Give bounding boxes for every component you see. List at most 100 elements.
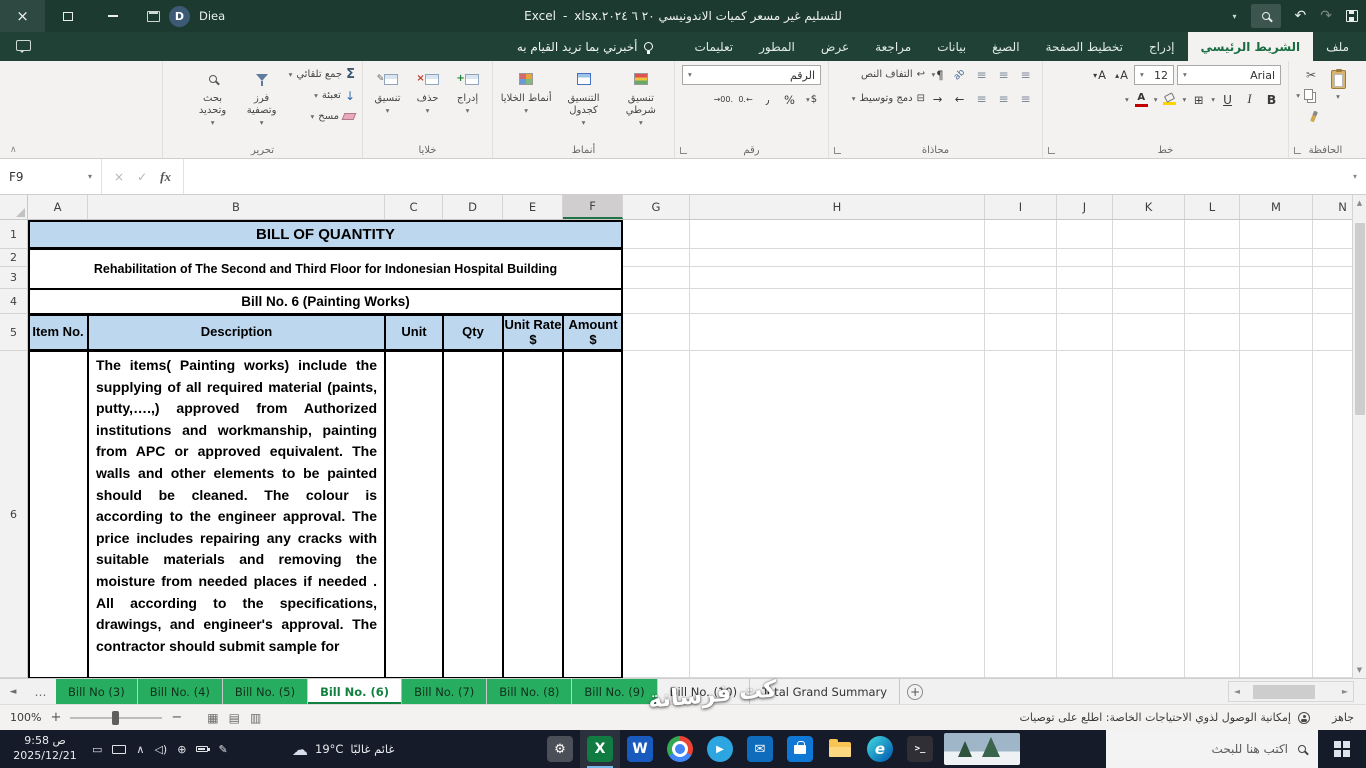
taskbar-app-terminal[interactable]: >_ xyxy=(900,730,940,768)
sheet-tab[interactable]: Bill No. (7) xyxy=(402,679,488,704)
number-dialog-launcher-icon[interactable] xyxy=(680,147,687,154)
align-middle-button[interactable]: ≡ xyxy=(994,65,1013,84)
ribbon-tab-item[interactable]: المطور xyxy=(746,32,808,61)
zoom-out-button[interactable]: − xyxy=(171,711,182,724)
taskbar-clock[interactable]: 9:58 ص 2025/12/21 xyxy=(6,734,84,764)
percent-style-button[interactable]: % xyxy=(780,90,799,109)
clear-button[interactable]: مسح ▾ xyxy=(289,107,357,126)
cancel-entry-button[interactable]: × xyxy=(114,170,124,184)
comma-style-button[interactable]: ٫ xyxy=(758,90,777,109)
close-button[interactable]: × xyxy=(0,0,45,32)
row-header-1[interactable]: 1 xyxy=(0,220,27,249)
decrease-decimal-button[interactable]: .00→ xyxy=(714,90,733,109)
text-direction-button[interactable]: ¶ ▾ xyxy=(928,65,947,84)
conditional-formatting-button[interactable]: تنسيق شرطي ▾ xyxy=(615,65,667,126)
start-button[interactable] xyxy=(1318,730,1366,768)
collapse-ribbon-icon[interactable]: ∧ xyxy=(10,145,17,155)
column-header-K[interactable]: K xyxy=(1113,195,1185,219)
expand-formula-bar-icon[interactable]: ▾ xyxy=(1344,159,1366,194)
align-center-button[interactable]: ≡ xyxy=(994,89,1013,108)
row-header-4[interactable]: 4 xyxy=(0,289,27,314)
cell-header-qty[interactable]: Qty xyxy=(443,314,503,351)
align-bottom-button[interactable]: ≡ xyxy=(972,65,991,84)
row-header-6[interactable]: 6 xyxy=(0,351,27,678)
comments-icon[interactable] xyxy=(16,40,31,53)
monitor-tray-icon[interactable]: ▭ xyxy=(92,743,102,756)
cell-header-unit[interactable]: Unit xyxy=(385,314,443,351)
scroll-left-icon[interactable]: ◄ xyxy=(1229,687,1245,696)
touch-keyboard-icon[interactable] xyxy=(112,744,127,754)
clipboard-dialog-launcher-icon[interactable] xyxy=(1294,147,1301,154)
ribbon-tab-item[interactable]: عرض xyxy=(808,32,862,61)
vertical-scroll-thumb[interactable] xyxy=(1354,223,1365,415)
search-button[interactable] xyxy=(1250,4,1281,28)
scroll-down-icon[interactable]: ▼ xyxy=(1353,662,1366,678)
select-all-corner[interactable] xyxy=(0,195,28,220)
scroll-up-icon[interactable]: ▲ xyxy=(1353,195,1366,211)
increase-indent-button[interactable]: → xyxy=(928,89,947,108)
tell-me[interactable]: أخبرني بما تريد القيام به xyxy=(517,32,654,61)
column-header-H[interactable]: H xyxy=(690,195,985,219)
alignment-dialog-launcher-icon[interactable] xyxy=(834,147,841,154)
delete-cells-button[interactable]: × حذف ▾ xyxy=(410,65,445,114)
confirm-entry-button[interactable]: ✓ xyxy=(137,170,147,184)
wrap-text-button[interactable]: ↩ التفاف النص xyxy=(861,65,925,84)
decrease-font-size-button[interactable]: A ▾ xyxy=(1090,66,1109,85)
accounting-format-button[interactable]: $ ▾ xyxy=(802,90,821,109)
taskbar-search[interactable]: اكتب هنا للبحث xyxy=(1106,730,1318,768)
sheet-tab[interactable]: Bill No. (5) xyxy=(222,679,309,704)
row-header-2[interactable]: 2 xyxy=(0,249,27,267)
font-dialog-launcher-icon[interactable] xyxy=(1048,147,1055,154)
taskbar-app-word[interactable]: W xyxy=(620,730,660,768)
new-sheet-button[interactable]: + xyxy=(900,679,930,704)
taskbar-app-file-explorer[interactable] xyxy=(820,730,860,768)
borders-button[interactable]: ⊞ xyxy=(1189,90,1208,109)
sort-filter-button[interactable]: فرز وتصفية ▾ xyxy=(240,65,284,126)
sheet-tab[interactable]: Bill No. (6) xyxy=(308,679,403,704)
cell-description[interactable]: The items( Painting works) include the s… xyxy=(88,351,385,678)
save-icon[interactable] xyxy=(1346,10,1358,22)
column-header-C[interactable]: C xyxy=(385,195,443,219)
accessibility-status[interactable]: إمكانية الوصول لذوي الاحتياجات الخاصة: ا… xyxy=(1019,705,1310,730)
column-header-G[interactable]: G xyxy=(623,195,690,219)
qat-customize-icon[interactable]: ▾ xyxy=(1233,12,1237,21)
cell-header-unit-rate[interactable]: Unit Rate $ xyxy=(503,314,563,351)
cut-button[interactable]: ✂ xyxy=(1296,65,1316,84)
cell-item-no-blank[interactable] xyxy=(28,351,88,678)
column-header-F[interactable]: F xyxy=(563,195,623,219)
ribbon-tab-item[interactable]: تعليمات xyxy=(681,32,746,61)
column-header-L[interactable]: L xyxy=(1185,195,1240,219)
avatar[interactable]: D xyxy=(169,5,190,27)
merge-center-button[interactable]: ⊟ دمج وتوسيط ▾ xyxy=(852,89,925,108)
taskbar-app-excel[interactable]: X xyxy=(580,730,620,768)
find-select-button[interactable]: بحث وتحديد ▾ xyxy=(191,65,235,126)
cell-styles-button[interactable]: أنماط الخلايا ▾ xyxy=(500,65,552,114)
font-color-button[interactable]: A xyxy=(1132,90,1151,109)
decrease-indent-button[interactable]: ← xyxy=(950,89,969,108)
insert-cells-button[interactable]: + إدراج ▾ xyxy=(450,65,485,114)
taskbar-app-edge[interactable]: e xyxy=(860,730,900,768)
cell-header-amount[interactable]: Amount $ xyxy=(563,314,623,351)
format-cells-button[interactable]: ✎ تنسيق ▾ xyxy=(370,65,405,114)
cell-amount-blank[interactable] xyxy=(563,351,623,678)
name-box[interactable]: F9 ▾ xyxy=(0,159,102,194)
hidden-icons-chevron-icon[interactable]: ∧ xyxy=(136,743,144,756)
column-header-D[interactable]: D xyxy=(443,195,503,219)
network-icon[interactable]: ⊕ xyxy=(177,743,186,756)
ribbon-tab-item[interactable]: تخطيط الصفحة xyxy=(1033,32,1136,61)
minimize-button[interactable] xyxy=(90,0,135,32)
number-format-select[interactable]: الرقم ▾ xyxy=(682,65,821,85)
name-box-dropdown-icon[interactable]: ▾ xyxy=(88,172,92,181)
cell-unit-blank[interactable] xyxy=(385,351,443,678)
formula-input[interactable] xyxy=(184,159,1344,194)
taskbar-app-store[interactable] xyxy=(780,730,820,768)
battery-icon[interactable] xyxy=(196,746,211,752)
volume-icon[interactable]: ◁) xyxy=(154,743,167,756)
cell-bill-no[interactable]: Bill No. 6 (Painting Works) xyxy=(28,289,623,314)
insert-function-button[interactable]: fx xyxy=(160,169,171,185)
cell-title[interactable]: BILL OF QUANTITY xyxy=(28,220,623,249)
sheet-tab[interactable]: Bill No (3) xyxy=(56,679,138,704)
normal-view-icon[interactable]: ▦ xyxy=(207,711,218,725)
taskbar-app-settings[interactable]: ⚙ xyxy=(540,730,580,768)
bold-button[interactable]: B xyxy=(1262,90,1281,109)
